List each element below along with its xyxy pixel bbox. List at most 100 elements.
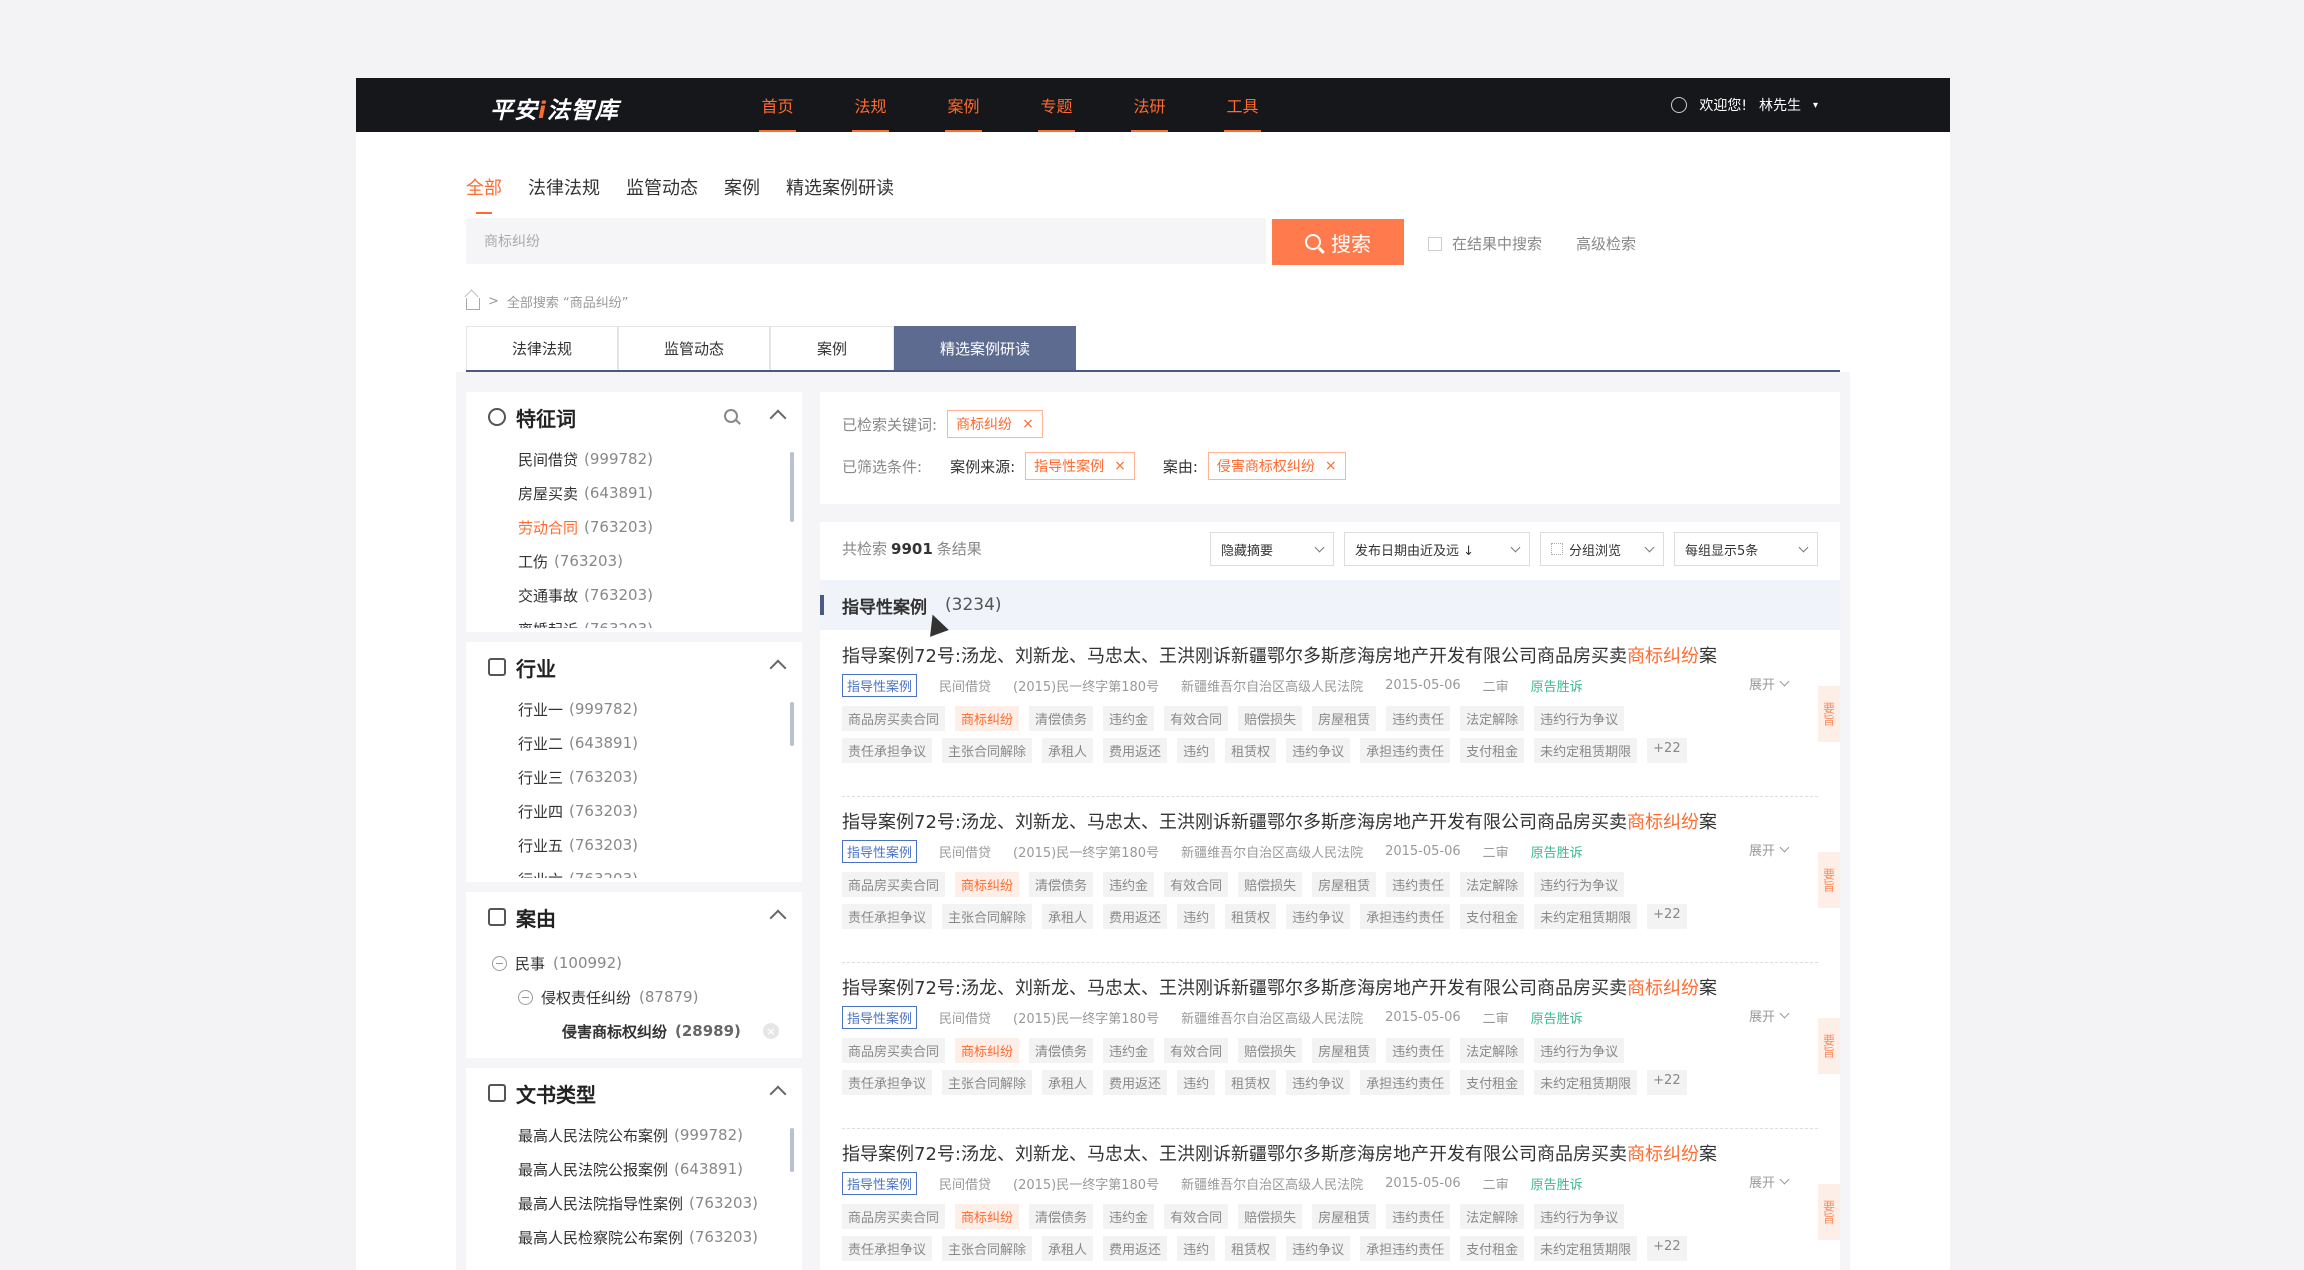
list-item[interactable]: 民间借贷 (999782) <box>518 442 802 476</box>
list-item[interactable]: 行业五 (763203) <box>518 828 802 862</box>
search-button[interactable]: 搜索 <box>1272 219 1404 265</box>
source-tag[interactable]: 指导性案例 × <box>1025 452 1135 480</box>
summary-side-tab[interactable]: 要旨 <box>1818 1184 1840 1240</box>
summary-dropdown[interactable]: 隐藏摘要 <box>1210 532 1334 566</box>
tab-regulatory[interactable]: 监管动态 <box>626 174 698 200</box>
list-item[interactable]: 行业六(763203) <box>518 862 802 878</box>
keyword-tag[interactable]: 商标纠纷 × <box>947 410 1043 438</box>
tree-node-trademark[interactable]: 侵害商标权纠纷 (28989) × <box>492 1014 802 1048</box>
case-title[interactable]: 指导案例72号:汤龙、刘新龙、马忠太、王洪刚诉新疆鄂尔多斯彦海房地产开发有限公司… <box>842 642 1717 668</box>
list-item[interactable]: 最高人民法院公报案例 (643891) <box>518 1152 802 1186</box>
tag[interactable]: 有效合同 <box>1164 872 1229 897</box>
tag[interactable]: 商标纠纷 <box>955 1204 1020 1229</box>
tag[interactable]: 承担违约责任 <box>1360 904 1451 929</box>
tag[interactable]: 违约争议 <box>1286 1236 1351 1261</box>
tag[interactable]: 租赁权 <box>1225 1236 1277 1261</box>
tag[interactable]: 赔偿损失 <box>1238 872 1303 897</box>
tag[interactable]: 租赁权 <box>1225 738 1277 763</box>
tag[interactable]: 清偿债务 <box>1029 706 1094 731</box>
tag[interactable]: 未约定租赁期限 <box>1534 1070 1638 1095</box>
list-item[interactable]: 最高人民法院公布案例 (999782) <box>518 1118 802 1152</box>
list-item[interactable]: 行业三 (763203) <box>518 760 802 794</box>
tag[interactable]: 主张合同解除 <box>942 904 1033 929</box>
summary-side-tab[interactable]: 要旨 <box>1818 1018 1840 1074</box>
tag[interactable]: 违约金 <box>1103 1038 1155 1063</box>
tag[interactable]: 租赁权 <box>1225 904 1277 929</box>
clear-icon[interactable]: × <box>762 1023 779 1039</box>
scrollbar[interactable] <box>790 1128 794 1172</box>
tag[interactable]: 清偿债务 <box>1029 1038 1094 1063</box>
advanced-search-link[interactable]: 高级检索 <box>1576 233 1636 254</box>
tag[interactable]: 赔偿损失 <box>1238 1204 1303 1229</box>
search-within-checkbox[interactable] <box>1428 236 1442 251</box>
result-tab-cases[interactable]: 案例 <box>770 326 894 370</box>
tag[interactable]: 承担违约责任 <box>1360 738 1451 763</box>
tag[interactable]: 违约行为争议 <box>1534 1038 1625 1063</box>
list-item[interactable]: 行业一 (999782) <box>518 692 802 726</box>
tag[interactable]: 清偿债务 <box>1029 872 1094 897</box>
tag[interactable]: 清偿债务 <box>1029 1204 1094 1229</box>
tag[interactable]: 支付租金 <box>1460 738 1525 763</box>
nav-tools[interactable]: 工具 <box>1196 78 1289 132</box>
tag[interactable]: 违约争议 <box>1286 904 1351 929</box>
list-item[interactable]: 劳动合同 (763203) <box>518 510 802 544</box>
tag[interactable]: 违约行为争议 <box>1534 1204 1625 1229</box>
tag[interactable]: 未约定租赁期限 <box>1534 738 1638 763</box>
tag[interactable]: 承担违约责任 <box>1360 1070 1451 1095</box>
tag[interactable]: 赔偿损失 <box>1238 1038 1303 1063</box>
tag[interactable]: 法定解除 <box>1460 706 1525 731</box>
tag[interactable]: 违约 <box>1177 1236 1216 1261</box>
tag[interactable]: 法定解除 <box>1460 872 1525 897</box>
tag[interactable]: 违约金 <box>1103 872 1155 897</box>
nav-laws[interactable]: 法规 <box>824 78 917 132</box>
tree-node-tort[interactable]: 侵权责任纠纷 (87879) <box>492 980 802 1014</box>
tag[interactable]: 违约行为争议 <box>1534 706 1625 731</box>
pagesize-dropdown[interactable]: 每组显示5条 <box>1674 532 1818 566</box>
tag[interactable]: 承租人 <box>1042 904 1094 929</box>
tag[interactable]: 违约金 <box>1103 1204 1155 1229</box>
tree-node-civil[interactable]: 民事 (100992) <box>492 946 802 980</box>
nav-topics[interactable]: 专题 <box>1010 78 1103 132</box>
tag[interactable]: 责任承担争议 <box>842 1236 933 1261</box>
tag[interactable]: 承租人 <box>1042 1070 1094 1095</box>
tag[interactable]: 商品房买卖合同 <box>842 1038 946 1063</box>
tag[interactable]: 承担违约责任 <box>1360 1236 1451 1261</box>
list-item[interactable]: 最高人民法院指导性案例 (763203) <box>518 1186 802 1220</box>
scrollbar[interactable] <box>790 702 794 746</box>
tag[interactable]: +22 <box>1647 738 1687 763</box>
tag[interactable]: 商品房买卖合同 <box>842 1204 946 1229</box>
tag[interactable]: 违约金 <box>1103 706 1155 731</box>
logo[interactable]: 平安i法智库 <box>490 91 619 125</box>
user-menu[interactable]: 欢迎您! 林先生 ▾ <box>1671 78 1818 132</box>
sort-dropdown[interactable]: 发布日期由近及远 ↓ <box>1344 532 1530 566</box>
list-item[interactable]: 离婚起诉(763203) <box>518 612 802 628</box>
search-input[interactable]: 商标纠纷 <box>466 218 1266 264</box>
collapse-icon[interactable] <box>518 989 533 1005</box>
tag[interactable]: 违约争议 <box>1286 1070 1351 1095</box>
tag[interactable]: +22 <box>1647 1236 1687 1261</box>
tag[interactable]: 支付租金 <box>1460 904 1525 929</box>
tab-selected-cases[interactable]: 精选案例研读 <box>786 174 894 200</box>
case-title[interactable]: 指导案例72号:汤龙、刘新龙、马忠太、王洪刚诉新疆鄂尔多斯彦海房地产开发有限公司… <box>842 974 1717 1000</box>
case-title[interactable]: 指导案例72号:汤龙、刘新龙、马忠太、王洪刚诉新疆鄂尔多斯彦海房地产开发有限公司… <box>842 1140 1717 1166</box>
tab-cases[interactable]: 案例 <box>724 174 760 200</box>
tag[interactable]: 商标纠纷 <box>955 1038 1020 1063</box>
tag[interactable]: 房屋租赁 <box>1312 1038 1377 1063</box>
tag[interactable]: 未约定租赁期限 <box>1534 1236 1638 1261</box>
search-icon[interactable] <box>724 409 738 423</box>
tag[interactable]: +22 <box>1647 904 1687 929</box>
list-item[interactable]: 行业四 (763203) <box>518 794 802 828</box>
tag[interactable]: 违约责任 <box>1386 706 1451 731</box>
collapse-icon[interactable] <box>492 955 507 971</box>
tag[interactable]: 主张合同解除 <box>942 738 1033 763</box>
tag[interactable]: 赔偿损失 <box>1238 706 1303 731</box>
tag[interactable]: 商品房买卖合同 <box>842 706 946 731</box>
tag[interactable]: 有效合同 <box>1164 1204 1229 1229</box>
case-title[interactable]: 指导案例72号:汤龙、刘新龙、马忠太、王洪刚诉新疆鄂尔多斯彦海房地产开发有限公司… <box>842 808 1717 834</box>
expand-toggle[interactable]: 展开 <box>1749 840 1790 859</box>
summary-side-tab[interactable]: 要旨 <box>1818 852 1840 908</box>
expand-toggle[interactable]: 展开 <box>1749 1006 1790 1025</box>
result-tab-laws[interactable]: 法律法规 <box>466 326 618 370</box>
tag[interactable]: 承租人 <box>1042 1236 1094 1261</box>
tag[interactable]: 费用返还 <box>1103 738 1168 763</box>
